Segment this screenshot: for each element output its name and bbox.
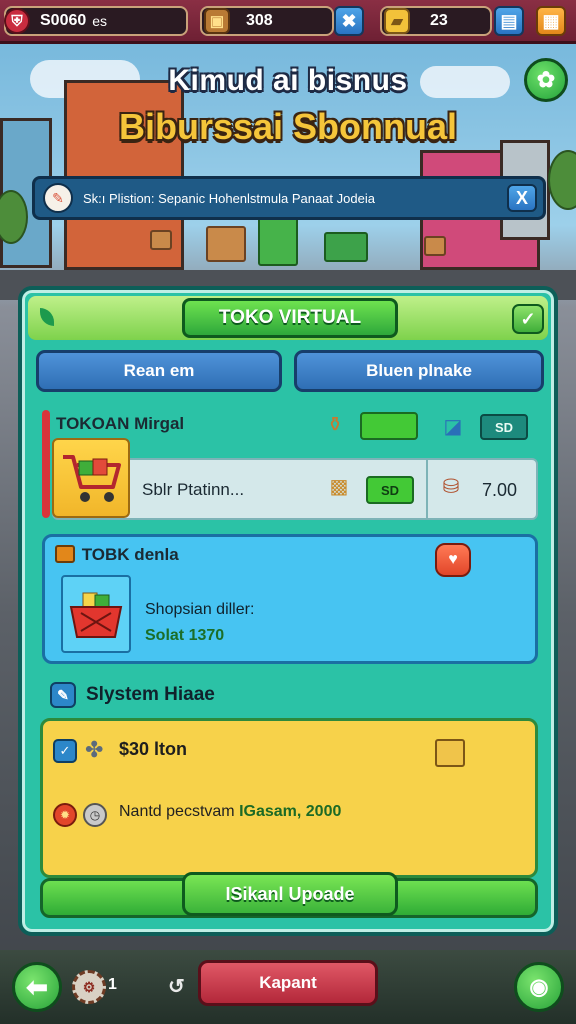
store-progress-bar (360, 412, 418, 440)
jars-icon: ⚱ (326, 413, 344, 436)
product-price: SD (366, 476, 414, 504)
chat-button[interactable]: ◉ (514, 962, 564, 1012)
arrow-left-icon: ⬅ (26, 971, 48, 1002)
wrench-icon: ✓ (53, 739, 77, 763)
basket-thumbnail (61, 575, 131, 653)
currency-main-pill: ⛨ S0060 es (4, 6, 188, 36)
upgrade-cost: $30 lton (119, 739, 188, 759)
tools-icon[interactable]: ✖ (334, 6, 364, 36)
crate-prop (206, 226, 246, 262)
clock-icon: ◷ (83, 803, 107, 827)
gold-value: 23 (430, 12, 448, 29)
bolt-icon: ✤ (85, 737, 104, 762)
system-label: Slystem Hiaae (86, 684, 215, 705)
store-name: TOBK denla (55, 545, 179, 565)
currency-main-suffix: es (92, 13, 108, 29)
virtual-store-panel: TOKO VIRTUAL ✓ Rean em Bluen plnake TOKO… (18, 286, 558, 936)
upgrade-card: ✓ ✤ $30 lton ✹ ◷ Nantd pecstvam IGasam, … (40, 718, 538, 878)
info-icon: ✎ (43, 183, 73, 213)
store-stock: Solat 1370 (145, 627, 225, 644)
tab-first[interactable]: Rean em (36, 350, 282, 392)
tab-second[interactable]: Bluen plnake (294, 350, 544, 392)
crate-icon: ▩ (329, 475, 349, 498)
selection-indicator (42, 410, 50, 518)
back-button[interactable]: ⬅ (12, 962, 62, 1012)
crates-value: 308 (246, 12, 273, 29)
tree (548, 150, 576, 210)
exit-button[interactable]: Kapant (198, 960, 378, 1006)
treasure-chest-icon: ▣ (204, 8, 230, 34)
crate-prop (424, 236, 446, 256)
gold-bars-icon: ▰ (384, 8, 410, 34)
pencil-icon: ✎ (50, 682, 76, 708)
top-right-action-button[interactable]: ✿ (524, 58, 568, 102)
notice-bar: ✎ Sk:ı Plistion: Sepanic Hohenlstmula Pa… (32, 176, 546, 220)
shopping-cart-thumbnail (52, 438, 130, 518)
cash-register-icon: ◪ (443, 415, 463, 438)
notice-close-button[interactable]: X (507, 184, 537, 212)
heart-icon: ♥ (448, 551, 458, 568)
store-emblem-icon (55, 545, 75, 563)
crates-pill: ▣ 308 (200, 6, 334, 36)
goods-icon: ⛁ (442, 475, 460, 498)
link-icon[interactable]: ↺ (168, 974, 185, 999)
crate-prop (150, 230, 172, 250)
store-name-text: TOBK denla (81, 545, 179, 564)
store-description: Shopsian diller: (145, 601, 255, 618)
currency-main-value: S0060 (40, 12, 87, 29)
system-section: ✎ Slystem Hiaae (50, 682, 215, 708)
upgrade-detail: Nantd pecstvam IGasam, 2000 (119, 803, 341, 821)
shield-icon: ⛨ (4, 8, 30, 34)
alert-badge[interactable]: ♥ (435, 543, 471, 577)
gear-icon: ⚙ (82, 978, 96, 995)
store-name: TOKOAN Mirgal (56, 414, 185, 433)
shopping-cart-icon (63, 455, 121, 502)
upgrade-detail-text: Nantd pecstvam (119, 803, 240, 820)
gear-count: 1 (108, 976, 117, 993)
crate-icon (435, 739, 465, 767)
store-row[interactable]: TOKOAN Mirgal ⚱ ◪ SD Sblr Ptatinn... ▩ S… (42, 406, 538, 524)
leaf-icon: ✿ (536, 67, 556, 92)
cart-prop (324, 232, 368, 262)
panel-close-button[interactable]: ✓ (512, 304, 544, 334)
gear-small-icon: ✹ (53, 803, 77, 827)
gold-pill: ▰ 23 (380, 6, 492, 36)
leaf-icon (40, 308, 54, 326)
product-divider (426, 460, 428, 518)
page-subtitle: Biburssai Sbonnual (118, 106, 458, 147)
upgrade-button[interactable]: ISikanl Upoade (182, 872, 398, 916)
page-title: Kimud ai bisnus (168, 64, 408, 97)
chat-bubble-icon: ◉ (529, 974, 549, 999)
box-icon[interactable]: ▦ (536, 6, 566, 36)
product-cost: 7.00 (482, 480, 518, 500)
notice-text: Sk:ı Plistion: Sepanic Hohenlstmula Pana… (83, 190, 375, 206)
store-card[interactable]: TOBK denla ♥ Shopsian diller: Solat 1370 (42, 534, 538, 664)
product-name: Sblr Ptatinn... (142, 480, 245, 499)
basket-icon (69, 592, 123, 638)
panel-title: TOKO VIRTUAL (182, 298, 398, 338)
settings-gear-button[interactable]: ⚙ (72, 970, 106, 1004)
store-price-tag: SD (480, 414, 528, 440)
chart-icon[interactable]: ▤ (494, 6, 524, 36)
upgrade-detail-highlight: IGasam, 2000 (239, 803, 342, 820)
